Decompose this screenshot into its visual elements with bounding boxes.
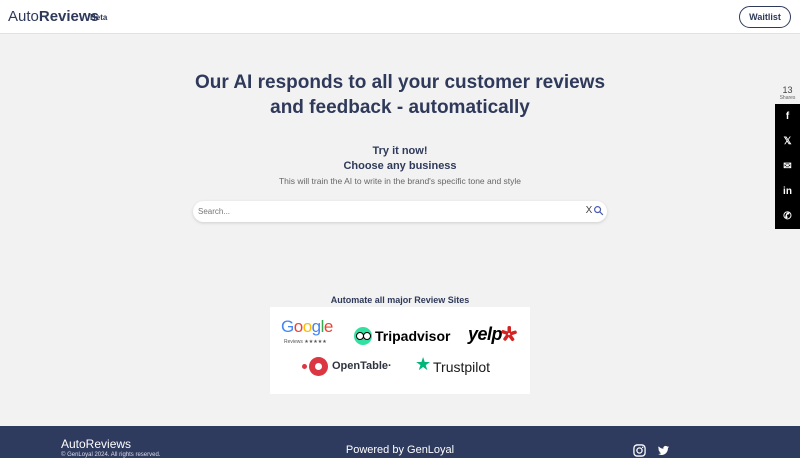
review-sites-logos: Google Reviews ★★★★★ Tripadvisor yelp Op… — [270, 307, 530, 394]
email-icon: ✉ — [783, 161, 792, 172]
facebook-share-button[interactable]: f — [775, 104, 800, 129]
opentable-ring-icon — [309, 357, 328, 376]
google-reviews-logo: Google — [281, 317, 333, 336]
opentable-label: OpenTable· — [332, 360, 392, 372]
footer-powered-by[interactable]: Powered by GenLoyal — [0, 444, 800, 456]
tripadvisor-label: Tripadvisor — [375, 328, 451, 344]
twitter-icon[interactable] — [657, 444, 670, 457]
google-reviews-sublabel: Reviews ★★★★★ — [284, 339, 327, 345]
trustpilot-star-icon: ★ — [415, 354, 432, 374]
email-share-button[interactable]: ✉ — [775, 154, 800, 179]
opentable-dot-icon — [302, 364, 307, 369]
trustpilot-label: Trustpilot — [433, 359, 491, 375]
yelp-logo: yelp — [468, 324, 517, 345]
hero-title-line-1: Our AI responds to all your customer rev… — [194, 72, 606, 93]
linkedin-icon: in — [783, 186, 792, 197]
whatsapp-share-button[interactable]: ✆ — [775, 204, 800, 229]
choose-business-heading: Choose any business — [343, 160, 457, 172]
hero-title: Our AI responds to all your customer rev… — [0, 70, 800, 120]
x-icon: 𝕏 — [783, 136, 792, 147]
business-search-input[interactable] — [198, 204, 568, 219]
tripadvisor-owl-icon — [354, 327, 372, 345]
brand-auto: Auto — [8, 8, 39, 25]
beta-badge: Beta — [90, 13, 108, 22]
linkedin-share-button[interactable]: in — [775, 179, 800, 204]
x-share-button[interactable]: 𝕏 — [775, 129, 800, 154]
waitlist-button[interactable]: Waitlist — [739, 6, 791, 28]
instagram-icon[interactable] — [633, 444, 646, 457]
top-navbar: AutoReviews Beta Waitlist — [0, 0, 800, 34]
share-counter: 13 Shares — [775, 85, 800, 101]
footer: AutoReviews © GenLoyal 2024. All rights … — [0, 426, 800, 458]
facebook-icon: f — [785, 111, 790, 122]
yelp-label: yelp — [468, 324, 503, 344]
share-count: 13 — [782, 85, 793, 95]
hero-title-line-2: and feedback - automatically — [270, 97, 530, 118]
search-icon[interactable] — [593, 205, 604, 216]
brand-logo[interactable]: AutoReviews — [8, 8, 99, 25]
share-count-label: Shares — [779, 95, 796, 101]
train-description: This will train the AI to write in the b… — [278, 176, 522, 186]
review-sites-heading: Automate all major Review Sites — [330, 295, 470, 305]
try-it-now-heading: Try it now! — [372, 145, 428, 157]
yelp-burst-icon — [501, 326, 517, 342]
whatsapp-icon: ✆ — [783, 211, 792, 222]
business-search-box — [193, 201, 607, 222]
